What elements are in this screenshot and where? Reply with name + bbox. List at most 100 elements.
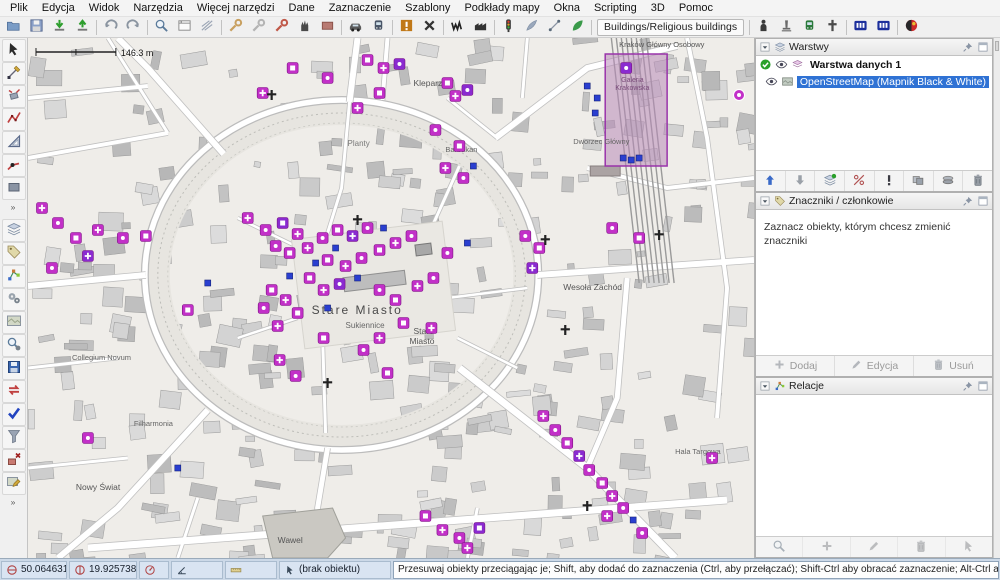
wireframe-button[interactable]: [196, 18, 219, 37]
select-tool-button[interactable]: [2, 39, 26, 62]
wrench-red-button[interactable]: [270, 18, 293, 37]
layer-visibility-eye-icon[interactable]: [775, 58, 788, 71]
save-layer-tool-button[interactable]: [2, 357, 26, 380]
status-latitude[interactable]: 50.0646312: [1, 561, 67, 579]
zoom-settings-tool-button[interactable]: [2, 334, 26, 357]
menu-szablony[interactable]: Szablony: [398, 1, 457, 15]
car-button[interactable]: [344, 18, 367, 37]
edit-map-tool-button[interactable]: [2, 472, 26, 495]
status-longitude[interactable]: 19.9257389: [69, 561, 137, 579]
panel-edge-nub[interactable]: [995, 41, 999, 51]
building-dark-button[interactable]: [469, 18, 492, 37]
status-angle[interactable]: [171, 561, 223, 579]
search-button[interactable]: [756, 537, 803, 557]
menu-3d[interactable]: 3D: [644, 1, 672, 15]
poi-cross-button[interactable]: [821, 18, 844, 37]
down-gray-button[interactable]: [786, 171, 816, 191]
exclaim-button[interactable]: [875, 171, 905, 191]
layer-visibility-eye-icon[interactable]: [765, 75, 778, 88]
menu-zaznaczenie[interactable]: Zaznaczenie: [322, 1, 398, 15]
status-heading[interactable]: [139, 561, 169, 579]
popout-icon[interactable]: [977, 380, 989, 392]
badge-cu-2-button[interactable]: [872, 18, 895, 37]
download-button[interactable]: [48, 18, 71, 37]
wrench-a-button[interactable]: [224, 18, 247, 37]
merge-button[interactable]: [904, 171, 934, 191]
dodaj-button[interactable]: Dodaj: [756, 356, 835, 376]
edycja-button[interactable]: Edycja: [835, 356, 914, 376]
edit-sq-button[interactable]: [851, 537, 898, 557]
badge-cu-1-button[interactable]: [849, 18, 872, 37]
trash-button[interactable]: [898, 537, 945, 557]
sticky-pin-icon[interactable]: [962, 380, 974, 392]
collapse-icon[interactable]: [759, 195, 771, 207]
up-blue-button[interactable]: [756, 171, 786, 191]
redo-button[interactable]: [122, 18, 145, 37]
upload-button[interactable]: [71, 18, 94, 37]
collapse-icon[interactable]: [759, 41, 771, 53]
menu-dane[interactable]: Dane: [282, 1, 322, 15]
select-arrow-button[interactable]: [946, 537, 992, 557]
tags-tool-button[interactable]: [2, 242, 26, 265]
layer-row-warstwa-danych-1[interactable]: Warstwa danych 1: [756, 56, 992, 73]
menu-edycja[interactable]: Edycja: [35, 1, 82, 15]
menu-pomoc[interactable]: Pomoc: [672, 1, 720, 15]
layer-active-check-icon[interactable]: [759, 58, 772, 71]
preset-buildings-religious-button[interactable]: Buildings/Religious buildings: [597, 19, 744, 36]
train-button[interactable]: [367, 18, 390, 37]
leaf-button[interactable]: [566, 18, 589, 37]
line-tool-button[interactable]: [543, 18, 566, 37]
menu-podkłady-mapy[interactable]: Podkłady mapy: [457, 1, 546, 15]
toolbar-overflow-button[interactable]: »: [2, 200, 26, 213]
menu-więcej-narzędzi[interactable]: Więcej narzędzi: [190, 1, 282, 15]
menu-widok[interactable]: Widok: [82, 1, 127, 15]
settings-tool-button[interactable]: [2, 288, 26, 311]
wrench-b-button[interactable]: [247, 18, 270, 37]
flatten-button[interactable]: [934, 171, 964, 191]
preferences-button[interactable]: [173, 18, 196, 37]
improve-way-tool-button[interactable]: [2, 108, 26, 131]
poi-monument-button[interactable]: [775, 18, 798, 37]
layer-row-openstreetmap-mapnik-black-white-[interactable]: OpenStreetMap (Mapnik Black & White): [756, 73, 992, 90]
extrude-tool-button[interactable]: [2, 85, 26, 108]
terrace-button[interactable]: [446, 18, 469, 37]
trash-button[interactable]: [963, 171, 992, 191]
validate-tool-button[interactable]: [2, 403, 26, 426]
search-button[interactable]: [150, 18, 173, 37]
dup-layer-button[interactable]: [815, 171, 845, 191]
toolbar-overflow-button[interactable]: »: [2, 495, 26, 508]
delete-x-button[interactable]: [418, 18, 441, 37]
popout-icon[interactable]: [977, 41, 989, 53]
plus-button[interactable]: [803, 537, 850, 557]
menu-narzędzia[interactable]: Narzędzia: [126, 1, 190, 15]
save-button[interactable]: [25, 18, 48, 37]
tram-button[interactable]: [798, 18, 821, 37]
undo-button[interactable]: [99, 18, 122, 37]
poi-person-button[interactable]: [752, 18, 775, 37]
traffic-light-button[interactable]: [497, 18, 520, 37]
collapse-icon[interactable]: [759, 380, 771, 392]
menu-okna[interactable]: Okna: [547, 1, 587, 15]
popout-icon[interactable]: [977, 195, 989, 207]
menu-plik[interactable]: Plik: [3, 1, 35, 15]
map-canvas[interactable]: Stare MiastoSukienniceStareMiastoWesoła …: [28, 38, 755, 558]
building-red-button[interactable]: [316, 18, 339, 37]
sticky-pin-icon[interactable]: [962, 195, 974, 207]
usuń-button[interactable]: Usuń: [914, 356, 992, 376]
opacity-button[interactable]: [845, 171, 875, 191]
status-distance[interactable]: [225, 561, 277, 579]
draw-node-tool-button[interactable]: [2, 62, 26, 85]
filter-tool-button[interactable]: [2, 426, 26, 449]
relation-tool-button[interactable]: [2, 265, 26, 288]
set-square-tool-button[interactable]: [2, 131, 26, 154]
building-tool-tool-button[interactable]: [2, 177, 26, 200]
hand-button[interactable]: [293, 18, 316, 37]
warning-button[interactable]: [395, 18, 418, 37]
imagery-tool-button[interactable]: [2, 311, 26, 334]
follow-line-tool-button[interactable]: [2, 154, 26, 177]
feather-button[interactable]: [520, 18, 543, 37]
sync-tool-button[interactable]: [2, 380, 26, 403]
conflict-tool-button[interactable]: [2, 449, 26, 472]
layers-tool-button[interactable]: [2, 219, 26, 242]
sticky-pin-icon[interactable]: [962, 41, 974, 53]
